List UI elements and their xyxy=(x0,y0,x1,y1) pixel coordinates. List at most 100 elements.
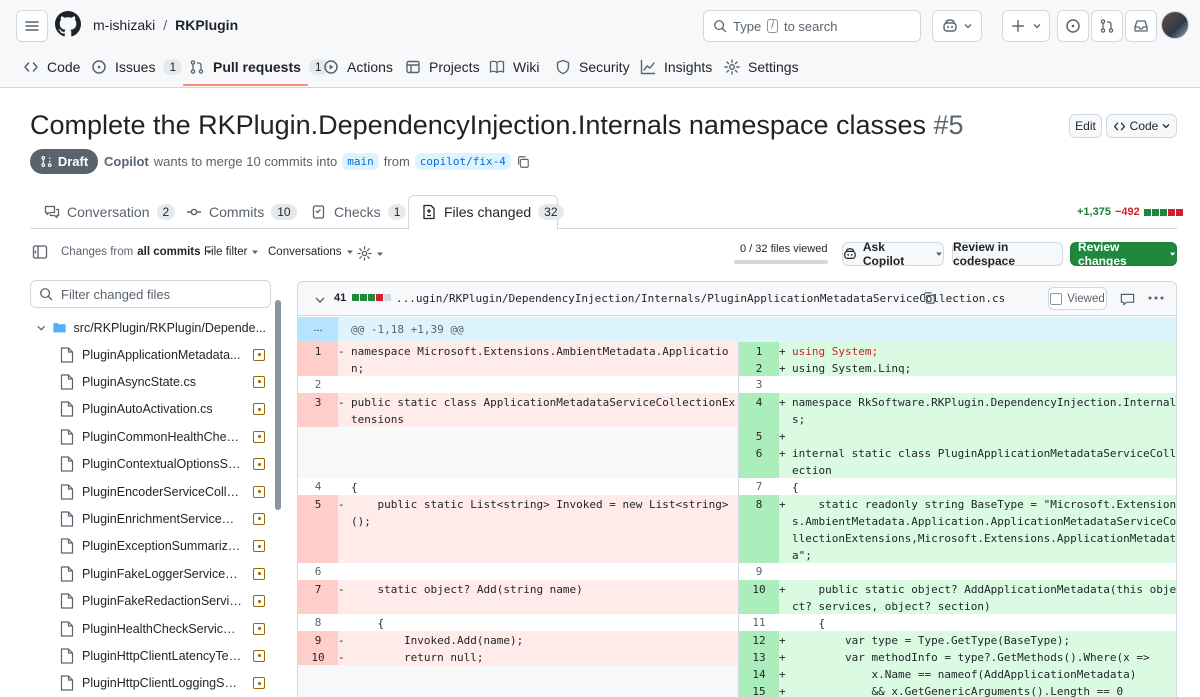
pr-tab-count: 1 xyxy=(387,204,407,220)
file-filter-dropdown[interactable]: File filter xyxy=(204,246,259,258)
tree-file-item[interactable]: PluginCommonHealthCheck... xyxy=(60,423,270,450)
pr-tab-checks[interactable]: Checks 1 xyxy=(311,195,407,229)
line-number[interactable]: 6 xyxy=(298,563,338,580)
tree-file-label: PluginCommonHealthCheck... xyxy=(82,429,242,444)
repo-tab-actions[interactable]: Actions xyxy=(323,56,393,78)
user-avatar[interactable] xyxy=(1161,11,1189,39)
filter-changed-files-input[interactable]: Filter changed files xyxy=(30,280,271,308)
tree-file-item[interactable]: PluginHttpClientLatencyTele... xyxy=(60,642,270,669)
tree-file-item[interactable]: PluginEncoderServiceCollect... xyxy=(60,478,270,505)
pull-requests-button[interactable] xyxy=(1091,10,1123,42)
pr-title-text: Complete the RKPlugin.DependencyInjectio… xyxy=(30,110,927,140)
line-number[interactable]: 9 xyxy=(739,563,779,580)
diff-file-header: 41 ...ugin/RKPlugin/DependencyInjection/… xyxy=(298,282,1176,316)
line-number[interactable]: 5 xyxy=(298,495,338,563)
diff-line-added: 6 + internal static class PluginApplicat… xyxy=(739,444,1176,478)
repo-tab-projects[interactable]: Projects xyxy=(405,56,480,78)
edit-title-button[interactable]: Edit xyxy=(1069,114,1102,138)
tree-file-item[interactable]: PluginContextualOptionsSer... xyxy=(60,451,270,478)
line-number[interactable]: 4 xyxy=(298,478,338,495)
repo-tab-security[interactable]: Security xyxy=(555,56,630,78)
file-icon xyxy=(60,456,74,472)
issues-count-badge: 1 xyxy=(163,59,183,75)
tree-file-item[interactable]: PluginAsyncState.cs xyxy=(60,368,270,395)
line-number[interactable]: 2 xyxy=(298,376,338,393)
tree-file-item[interactable]: PluginHealthCheckServiceC... xyxy=(60,615,270,642)
diff-line-added: 12 + var type = Type.GetType(BaseType); xyxy=(739,631,1176,648)
line-number[interactable]: 7 xyxy=(298,580,338,614)
file-icon xyxy=(60,483,74,500)
review-changes-button[interactable]: Review changes xyxy=(1070,240,1177,268)
line-number[interactable]: 1 xyxy=(298,342,338,376)
owner-link[interactable]: m-ishizaki xyxy=(93,17,155,33)
line-number[interactable]: 3 xyxy=(298,393,338,427)
pr-tab-files-changed[interactable]: Files changed 32 xyxy=(421,195,564,229)
changes-from-dropdown[interactable]: Changes from all commits xyxy=(61,246,213,258)
line-number[interactable]: 4 xyxy=(739,393,779,427)
create-new-button[interactable] xyxy=(1002,10,1050,42)
viewed-checkbox[interactable]: Viewed xyxy=(1048,287,1107,310)
conversations-dropdown[interactable]: Conversations xyxy=(268,246,354,258)
line-number[interactable]: 11 xyxy=(739,614,779,631)
code-dropdown-button[interactable]: Code xyxy=(1106,114,1177,138)
tree-file-item[interactable]: PluginAutoActivation.cs xyxy=(60,396,270,423)
line-number[interactable]: 3 xyxy=(739,376,779,393)
line-number[interactable]: 6 xyxy=(739,444,779,478)
repo-tab-settings[interactable]: Settings xyxy=(724,56,799,78)
review-in-codespace-button[interactable]: Review in codespace xyxy=(952,240,1063,268)
diff-file-path[interactable]: ...ugin/RKPlugin/DependencyInjection/Int… xyxy=(396,292,1005,305)
copy-icon[interactable] xyxy=(922,291,936,305)
line-number[interactable]: 5 xyxy=(739,427,779,444)
file-icon xyxy=(60,429,74,445)
kebab-horizontal-icon[interactable] xyxy=(1148,296,1164,300)
diff-settings-dropdown[interactable] xyxy=(357,246,384,261)
line-number[interactable]: 12 xyxy=(739,631,779,648)
repo-link[interactable]: RKPlugin xyxy=(175,17,238,33)
copy-icon[interactable] xyxy=(516,155,530,169)
ask-copilot-button[interactable]: Ask Copilot xyxy=(842,240,944,268)
file-tree-scrollbar[interactable] xyxy=(275,300,281,510)
line-number[interactable]: 10 xyxy=(739,580,779,614)
tree-file-item[interactable]: PluginApplicationMetadata... xyxy=(60,341,270,368)
copilot-button[interactable] xyxy=(932,10,982,42)
tree-file-item[interactable]: PluginHttpClientLoggingSer... xyxy=(60,670,270,697)
chevron-down-icon[interactable] xyxy=(314,294,326,306)
github-logo-icon[interactable] xyxy=(55,11,81,37)
pr-author[interactable]: Copilot xyxy=(104,154,149,169)
line-number[interactable]: 9 xyxy=(298,631,338,648)
draft-label: Draft xyxy=(57,154,89,169)
base-branch[interactable]: main xyxy=(342,153,379,170)
repo-tab-pull-requests[interactable]: Pull requests 1 xyxy=(189,56,328,78)
inbox-button[interactable] xyxy=(1125,10,1157,42)
tree-file-item[interactable]: PluginExceptionSummarizat... xyxy=(60,533,270,560)
tree-file-item[interactable]: PluginEnrichmentServiceCol... xyxy=(60,505,270,532)
toggle-file-tree-icon[interactable] xyxy=(32,244,48,260)
repo-tab-label: Pull requests xyxy=(213,59,301,75)
issues-button[interactable] xyxy=(1057,10,1089,42)
repo-tab-insights[interactable]: Insights xyxy=(640,56,712,78)
line-number[interactable]: 10 xyxy=(298,648,338,665)
search-input[interactable]: Type / to search xyxy=(703,10,921,42)
line-number[interactable]: 8 xyxy=(298,614,338,631)
line-number[interactable]: 15 xyxy=(739,682,779,697)
head-branch[interactable]: copilot/fix-4 xyxy=(414,153,511,170)
line-number[interactable]: 14 xyxy=(739,665,779,682)
line-number[interactable]: 8 xyxy=(739,495,779,563)
repo-tab-issues[interactable]: Issues 1 xyxy=(91,56,183,78)
repo-tab-code[interactable]: Code xyxy=(23,56,80,78)
tree-folder[interactable]: src/RKPlugin/RKPlugin/Depende... xyxy=(36,314,266,341)
tree-file-item[interactable]: PluginFakeLoggerServiceCol... xyxy=(60,560,270,587)
menu-button[interactable] xyxy=(16,10,48,42)
pr-tab-conversation[interactable]: Conversation 2 xyxy=(44,195,176,229)
line-number[interactable]: 7 xyxy=(739,478,779,495)
line-number[interactable]: 13 xyxy=(739,648,779,665)
tree-file-item[interactable]: PluginFakeRedactionService... xyxy=(60,588,270,615)
code-line: { xyxy=(351,617,385,630)
line-number[interactable]: 1 xyxy=(739,342,779,359)
line-number[interactable]: 2 xyxy=(739,359,779,376)
changes-from-value: all commits xyxy=(137,246,201,258)
pr-tab-commits[interactable]: Commits 10 xyxy=(186,195,297,229)
comment-icon[interactable] xyxy=(1120,292,1135,307)
expand-hunk-button[interactable]: ... xyxy=(298,317,338,342)
repo-tab-wiki[interactable]: Wiki xyxy=(489,56,539,78)
